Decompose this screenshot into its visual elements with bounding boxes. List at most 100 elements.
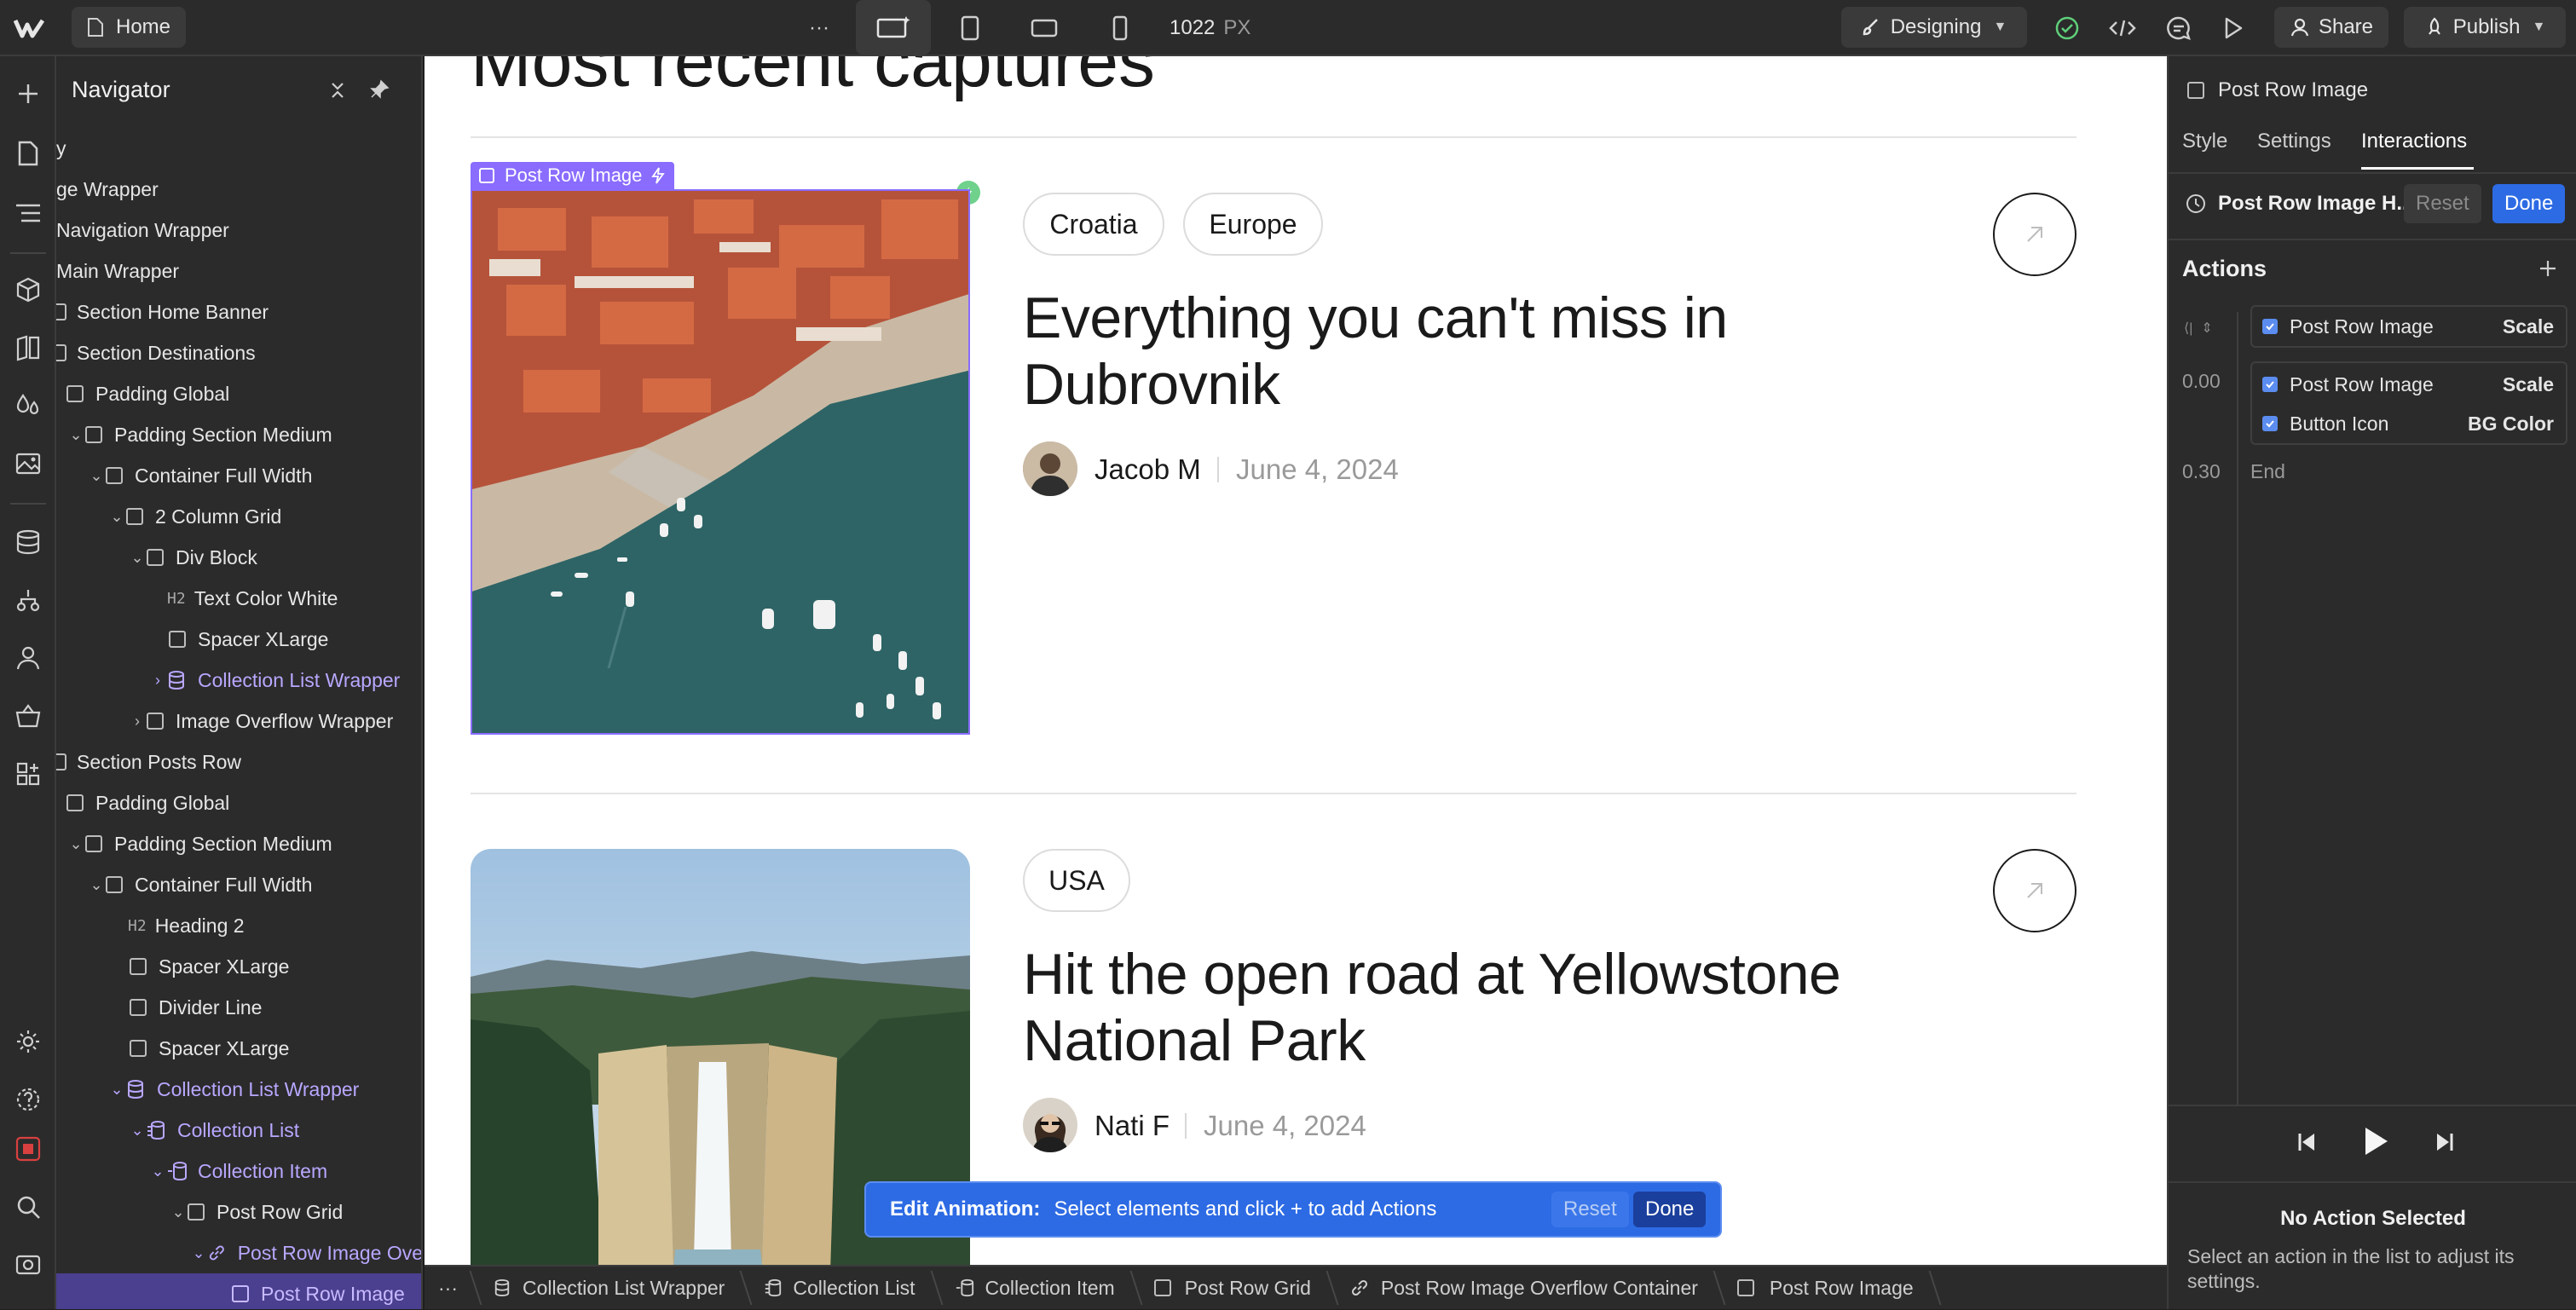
chevron-down-icon[interactable]: ⌄ (189, 1244, 208, 1262)
post-link-button[interactable] (1993, 193, 2076, 276)
add-elements-icon[interactable] (11, 77, 45, 111)
post-tag[interactable]: USA (1023, 849, 1130, 912)
chevron-down-icon[interactable]: ⌄ (66, 835, 85, 853)
page-selector[interactable]: Home (72, 7, 186, 48)
navigator-item[interactable]: ⌄ Div Block (56, 537, 421, 578)
selected-element-label[interactable]: Post Row Image (471, 162, 675, 189)
navigator-item-selected[interactable]: Post Row Image (56, 1273, 421, 1309)
publish-button[interactable]: Publish ▼ (2404, 7, 2566, 48)
navigator-item[interactable]: y (56, 128, 421, 169)
more-options-button[interactable]: ··· (801, 10, 837, 46)
libraries-icon[interactable] (11, 331, 45, 365)
navigator-item[interactable]: ⌄ Collection Item (56, 1151, 421, 1192)
chevron-down-icon[interactable]: ⌄ (128, 549, 147, 567)
navigator-item[interactable]: Section Destinations (56, 332, 421, 373)
navigator-item[interactable]: ⌄ Padding Section Medium (56, 414, 421, 455)
chevron-down-icon[interactable]: ⌄ (107, 1081, 126, 1099)
breakpoint-portrait-button[interactable] (1101, 10, 1139, 46)
navigator-item[interactable]: › Collection List Wrapper (56, 660, 421, 701)
collapse-all-icon[interactable] (326, 78, 349, 102)
navigator-item[interactable]: ⌄ Post Row Grid (56, 1192, 421, 1232)
action-row[interactable]: Post Row Image Scale (2252, 365, 2566, 404)
skip-forward-icon[interactable] (2428, 1125, 2462, 1159)
breadcrumb-item[interactable]: Post Row Image (1720, 1266, 1936, 1310)
webflow-logo-icon[interactable] (12, 12, 46, 44)
chevron-down-icon[interactable]: ⌄ (128, 1122, 147, 1140)
post-tag[interactable]: Europe (1183, 193, 1323, 256)
navigator-item[interactable]: Padding Global (56, 782, 421, 823)
video-tutorials-icon[interactable] (11, 1248, 45, 1282)
tab-style[interactable]: Style (2182, 130, 2227, 153)
breadcrumb-item[interactable]: Collection Item (938, 1266, 1137, 1310)
navigator-item[interactable]: Spacer XLarge (56, 1028, 421, 1069)
navigator-item[interactable]: ⌄ Collection List Wrapper (56, 1069, 421, 1110)
search-icon[interactable] (11, 1190, 45, 1224)
breadcrumb-item[interactable]: Collection List (747, 1266, 937, 1310)
settings-gear-icon[interactable] (11, 1024, 45, 1059)
action-row[interactable]: Post Row Image Scale (2252, 307, 2566, 346)
navigator-item[interactable]: ⌄ Padding Section Medium (56, 823, 421, 864)
record-stop-icon[interactable] (11, 1132, 45, 1166)
assets-icon[interactable] (11, 447, 45, 481)
post-title[interactable]: Everything you can't miss in Dubrovnik (1023, 285, 1841, 418)
navigator-icon[interactable] (11, 196, 45, 230)
breakpoint-landscape-button[interactable] (1025, 10, 1064, 46)
breakpoint-desktop-button[interactable] (856, 0, 931, 55)
action-row[interactable]: Button Icon BG Color (2252, 404, 2566, 443)
trigger-done-button[interactable]: Done (2492, 184, 2566, 223)
banner-reset-button[interactable]: Reset (1551, 1192, 1629, 1227)
checkbox-icon[interactable] (2262, 377, 2278, 392)
canvas-width-readout[interactable]: 1022 PX (1170, 14, 1250, 43)
navigator-item[interactable]: Spacer XLarge (56, 619, 421, 660)
breadcrumb-more-button[interactable]: ··· (425, 1266, 477, 1310)
navigator-item[interactable]: Padding Global (56, 373, 421, 414)
navigator-item[interactable]: ⌄ Post Row Image Ove (56, 1232, 421, 1273)
breakpoint-tablet-button[interactable] (951, 10, 989, 46)
tab-settings[interactable]: Settings (2257, 130, 2331, 153)
post-title[interactable]: Hit the open road at Yellowstone Nationa… (1023, 941, 1961, 1074)
breadcrumb-item[interactable]: Post Row Grid (1137, 1266, 1333, 1310)
users-icon[interactable] (11, 641, 45, 675)
navigator-item[interactable]: Main Wrapper (56, 251, 421, 291)
navigator-item[interactable]: ⌄ 2 Column Grid (56, 496, 421, 537)
breadcrumb-item[interactable]: Collection List Wrapper (477, 1266, 747, 1310)
pages-icon[interactable] (11, 136, 45, 170)
navigator-item[interactable]: Section Posts Row (56, 742, 421, 782)
comments-icon[interactable] (2162, 12, 2196, 44)
navigator-item[interactable]: Section Home Banner (56, 291, 421, 332)
chevron-right-icon[interactable]: › (148, 672, 167, 690)
navigator-item[interactable]: ⌄ Collection List (56, 1110, 421, 1151)
checkbox-icon[interactable] (2262, 319, 2278, 334)
variables-icon[interactable] (11, 389, 45, 423)
trigger-reset-button[interactable]: Reset (2404, 184, 2481, 223)
navigator-item[interactable]: H2 Heading 2 (56, 905, 421, 946)
post-link-button[interactable] (1993, 849, 2076, 932)
chevron-down-icon[interactable]: ⌄ (148, 1163, 167, 1180)
navigator-item[interactable]: H2 Text Color White (56, 578, 421, 619)
collapse-group-icon[interactable]: ⟨| (2184, 320, 2192, 337)
tab-interactions[interactable]: Interactions (2361, 130, 2467, 153)
navigator-item[interactable]: Divider Line (56, 987, 421, 1028)
navigator-item[interactable]: › Image Overflow Wrapper (56, 701, 421, 742)
checkbox-icon[interactable] (2262, 416, 2278, 431)
add-action-icon[interactable] (2533, 254, 2562, 283)
design-canvas[interactable]: Most recent captures Post Row Image Croa… (425, 56, 2167, 1265)
navigator-item[interactable]: Spacer XLarge (56, 946, 421, 987)
chevron-down-icon[interactable]: ⌄ (66, 426, 85, 444)
chevron-down-icon[interactable]: ⌄ (169, 1203, 188, 1221)
sort-icon[interactable]: ⇕ (2201, 320, 2212, 337)
preview-play-icon[interactable] (2216, 12, 2250, 44)
chevron-right-icon[interactable]: › (128, 713, 147, 730)
chevron-down-icon[interactable]: ⌄ (107, 508, 126, 526)
mode-selector[interactable]: Designing ▼ (1841, 7, 2027, 48)
components-icon[interactable] (11, 273, 45, 307)
cms-icon[interactable] (11, 525, 45, 559)
post-tag[interactable]: Croatia (1023, 193, 1164, 256)
share-button[interactable]: Share (2274, 7, 2388, 48)
navigator-item[interactable]: ⌄ Container Full Width (56, 455, 421, 496)
banner-done-button[interactable]: Done (1633, 1192, 1707, 1227)
chevron-down-icon[interactable]: ⌄ (87, 467, 106, 485)
logic-icon[interactable] (11, 583, 45, 617)
navigator-item[interactable]: Navigation Wrapper (56, 210, 421, 251)
help-icon[interactable] (11, 1082, 45, 1117)
